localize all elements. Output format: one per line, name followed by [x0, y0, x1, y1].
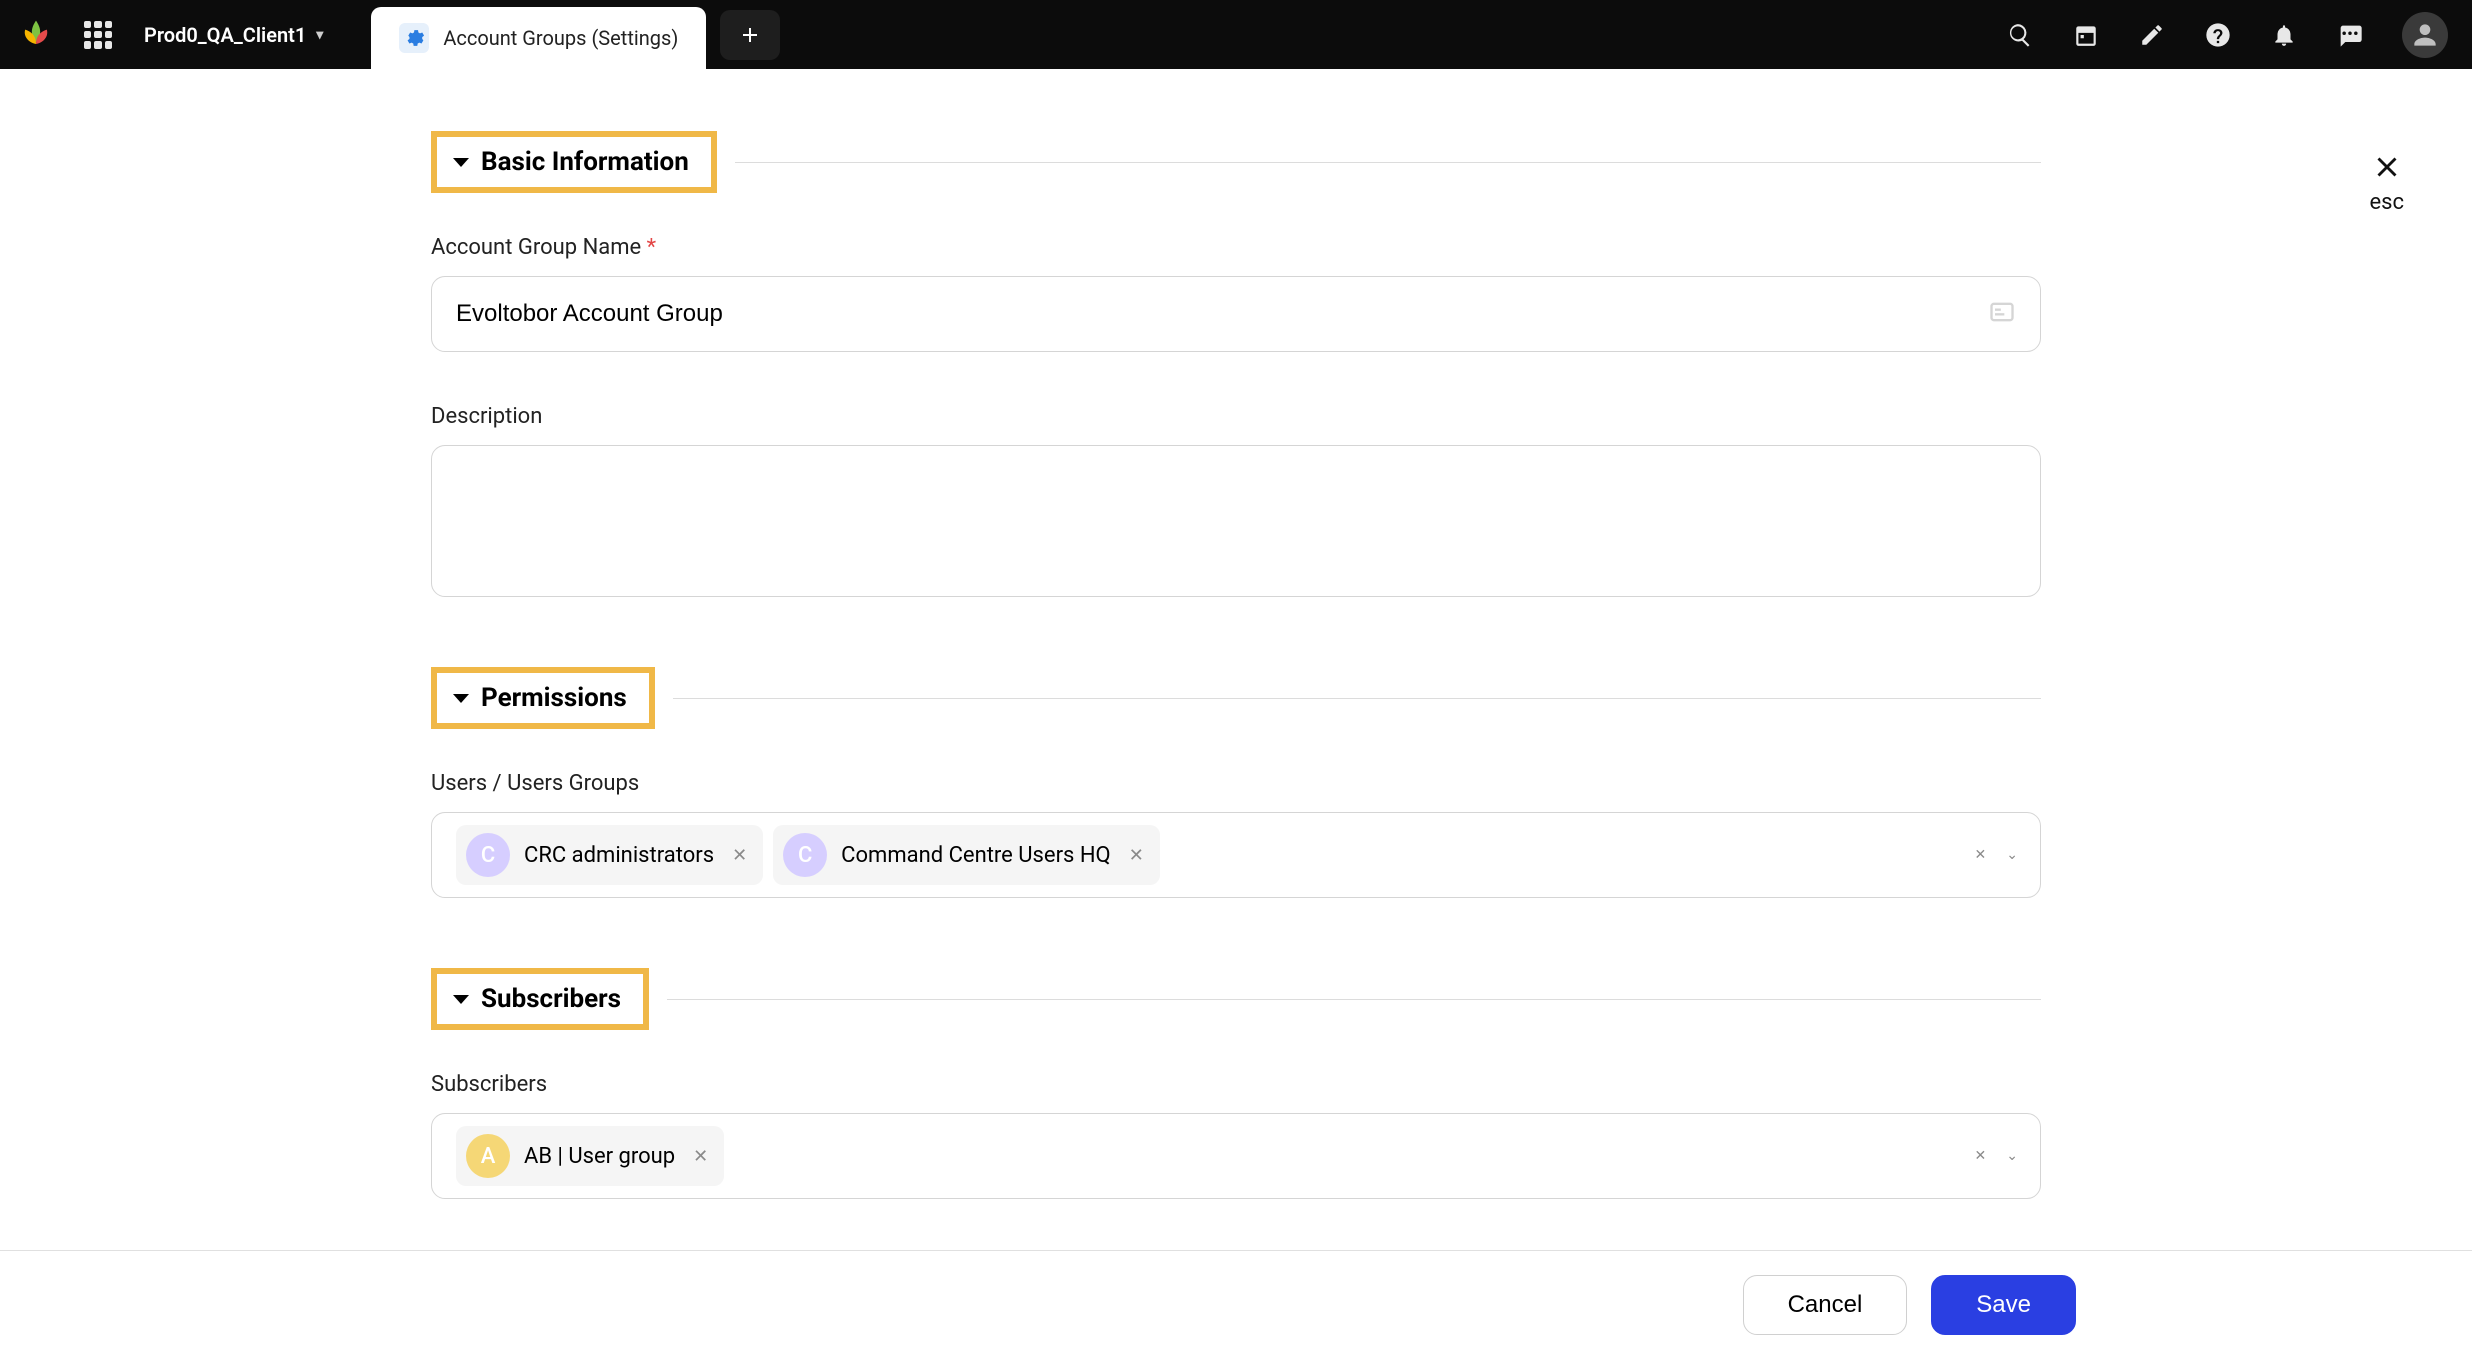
account-group-name-input-wrap: [431, 276, 2041, 352]
divider: [673, 698, 2041, 699]
chat-icon[interactable]: [2336, 21, 2364, 49]
subscribers-multiselect[interactable]: A AB | User group ✕ ✕ ⌄: [431, 1113, 2041, 1199]
divider: [667, 999, 2041, 1000]
help-icon[interactable]: [2204, 21, 2232, 49]
field-label-account-group-name: Account Group Name *: [431, 235, 2041, 260]
section-permissions-header-row: Permissions: [431, 667, 2041, 729]
remove-tag-icon[interactable]: ✕: [1129, 845, 1144, 866]
edit-icon[interactable]: [2138, 21, 2166, 49]
field-label-description: Description: [431, 404, 2041, 429]
account-group-name-input[interactable]: [456, 300, 2016, 328]
description-textarea[interactable]: [456, 464, 2016, 578]
section-header-permissions[interactable]: Permissions: [431, 667, 655, 729]
calendar-icon[interactable]: [2072, 21, 2100, 49]
add-tab-button[interactable]: [720, 10, 780, 60]
divider: [735, 162, 2041, 163]
badge-icon: C: [783, 833, 827, 877]
triangle-down-icon: [453, 995, 469, 1004]
gear-icon: [399, 23, 429, 53]
app-logo[interactable]: [18, 17, 54, 53]
multiselect-controls: ✕ ⌄: [1975, 1148, 2018, 1164]
bell-icon[interactable]: [2270, 21, 2298, 49]
clear-all-icon[interactable]: ✕: [1975, 847, 1987, 863]
chevron-down-icon[interactable]: ⌄: [2006, 1148, 2018, 1164]
apps-grid-icon[interactable]: [84, 21, 112, 49]
tag-label: AB | User group: [524, 1144, 675, 1169]
section-header-subscribers[interactable]: Subscribers: [431, 968, 649, 1030]
header-actions: [2006, 12, 2448, 58]
users-groups-multiselect[interactable]: C CRC administrators ✕ C Command Centre …: [431, 812, 2041, 898]
form-area: Basic Information Account Group Name * D…: [431, 69, 2041, 1199]
triangle-down-icon: [453, 158, 469, 167]
field-label-subscribers: Subscribers: [431, 1072, 2041, 1097]
close-button[interactable]: esc: [2369, 150, 2404, 215]
remove-tag-icon[interactable]: ✕: [732, 845, 747, 866]
chevron-down-icon[interactable]: ⌄: [2006, 847, 2018, 863]
tag-ab-user-group: A AB | User group ✕: [456, 1126, 724, 1186]
save-button[interactable]: Save: [1931, 1275, 2076, 1335]
tag-label: CRC administrators: [524, 843, 714, 868]
tag-crc-administrators: C CRC administrators ✕: [456, 825, 763, 885]
field-label-users-groups: Users / Users Groups: [431, 771, 2041, 796]
clear-all-icon[interactable]: ✕: [1975, 1148, 1987, 1164]
top-bar: Prod0_QA_Client1 ▾ Account Groups (Setti…: [0, 0, 2472, 69]
search-icon[interactable]: [2006, 21, 2034, 49]
footer: Cancel Save: [0, 1250, 2472, 1358]
workspace-selector[interactable]: Prod0_QA_Client1 ▾: [144, 23, 323, 47]
section-title: Subscribers: [481, 984, 621, 1014]
section-title: Basic Information: [481, 147, 689, 177]
badge-icon: C: [466, 833, 510, 877]
section-subscribers-header-row: Subscribers: [431, 968, 2041, 1030]
tab-account-groups[interactable]: Account Groups (Settings): [371, 7, 706, 69]
tag-command-centre-users: C Command Centre Users HQ ✕: [773, 825, 1160, 885]
multiselect-controls: ✕ ⌄: [1975, 847, 2018, 863]
section-basic-info-header-row: Basic Information: [431, 131, 2041, 193]
triangle-down-icon: [453, 694, 469, 703]
detail-card-icon[interactable]: [1988, 298, 2016, 330]
section-header-basic-info[interactable]: Basic Information: [431, 131, 717, 193]
remove-tag-icon[interactable]: ✕: [693, 1146, 708, 1167]
description-textarea-wrap: [431, 445, 2041, 597]
user-avatar[interactable]: [2402, 12, 2448, 58]
cancel-button[interactable]: Cancel: [1743, 1275, 1908, 1335]
tag-label: Command Centre Users HQ: [841, 843, 1111, 868]
chevron-down-icon: ▾: [316, 27, 323, 43]
tab-label: Account Groups (Settings): [443, 26, 678, 50]
badge-icon: A: [466, 1134, 510, 1178]
workspace-name: Prod0_QA_Client1: [144, 23, 306, 47]
esc-label: esc: [2369, 190, 2404, 215]
section-title: Permissions: [481, 683, 627, 713]
